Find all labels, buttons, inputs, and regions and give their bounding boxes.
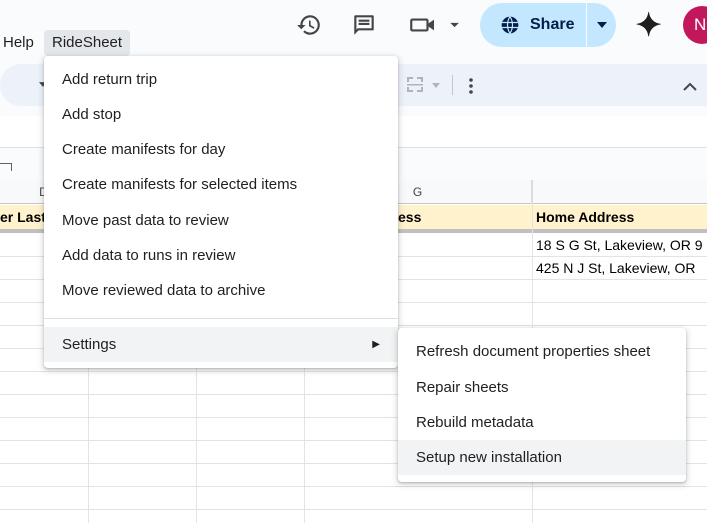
grid-line [0,486,707,487]
menu-item-add-stop[interactable]: Add stop [44,97,398,132]
share-label: Share [530,16,575,33]
share-options-caret[interactable] [587,3,616,47]
menu-item-create-manifests-for-selected[interactable]: Create manifests for selected items [44,167,398,202]
ridesheet-menu: Add return trip Add stop Create manifest… [44,56,398,368]
globe-icon [501,16,519,34]
merge-cells-icon[interactable] [404,74,444,96]
cell-home-address-row-2[interactable]: 425 N J St, Lakeview, OR [536,257,707,279]
caret-down-icon [596,22,607,28]
menu-item-add-data-to-runs-in-review[interactable]: Add data to runs in review [44,238,398,273]
more-vert-icon[interactable] [463,75,479,97]
history-icon[interactable] [292,8,326,42]
comment-icon[interactable] [347,8,381,42]
submenu-item-repair-sheets[interactable]: Repair sheets [398,370,686,405]
header-cell-address[interactable]: ess [398,205,532,229]
cell-home-address-row-1[interactable]: 18 S G St, Lakeview, OR 9 [536,234,707,256]
gemini-sparkle-icon[interactable] [632,8,666,42]
menu-item-move-reviewed-data-to-archive[interactable]: Move reviewed data to archive [44,273,398,308]
video-call-icon[interactable] [406,8,462,42]
settings-submenu: Refresh document properties sheet Repair… [398,328,686,482]
submenu-arrow-icon: ▶ [372,339,380,350]
top-header: Help RideSheet Share N [0,0,707,62]
select-all-corner[interactable] [0,163,12,171]
menu-item-settings-label: Settings [62,336,117,353]
menu-item-move-past-data-to-review[interactable]: Move past data to review [44,203,398,238]
toolbar-divider [452,75,453,95]
grid-line [532,180,533,204]
submenu-item-rebuild-metadata[interactable]: Rebuild metadata [398,405,686,440]
menu-help[interactable]: Help [0,30,42,56]
grid-line [0,509,707,510]
menu-item-add-return-trip[interactable]: Add return trip [44,62,398,97]
submenu-item-refresh-document-properties[interactable]: Refresh document properties sheet [398,334,686,369]
submenu-item-setup-new-installation[interactable]: Setup new installation [398,440,686,475]
chevron-up-icon[interactable] [680,76,700,96]
header-cell-home-address[interactable]: Home Address [536,205,707,229]
avatar[interactable]: N [683,6,707,44]
menu-item-create-manifests-for-day[interactable]: Create manifests for day [44,132,398,167]
share-main[interactable]: Share [480,3,584,47]
menu-separator [44,318,398,319]
share-button[interactable]: Share [480,3,616,47]
menu-item-settings[interactable]: Settings ▶ [44,327,398,362]
menu-ridesheet[interactable]: RideSheet [44,30,131,56]
